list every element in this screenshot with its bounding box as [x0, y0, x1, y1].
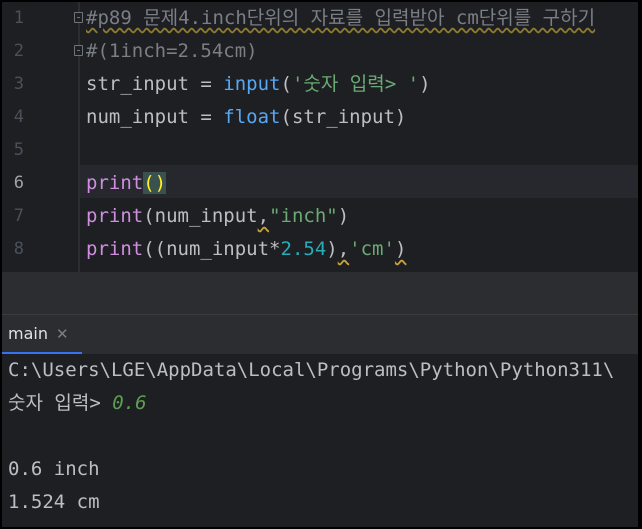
function-token: input — [223, 73, 281, 95]
console-line-prompt: 숫자 입력> 0.6 — [8, 387, 147, 420]
console-line-output: 1.524 cm — [8, 491, 100, 513]
paren-token: ( — [143, 205, 155, 227]
variable-token: num_input — [86, 106, 189, 128]
code-text: str_input = input('숫자 입력> ') — [86, 68, 431, 101]
matched-paren-token: () — [143, 172, 167, 194]
console-line-output: 0.6 inch — [8, 458, 100, 480]
paren-token: ( — [280, 106, 292, 128]
builtin-print-token: print — [86, 238, 144, 260]
code-line-3[interactable]: 3 str_input = input('숫자 입력> ') — [2, 68, 638, 101]
paren-token: (( — [143, 238, 167, 260]
string-token: '숫자 입력> ' — [291, 73, 420, 95]
code-line-2[interactable]: 2 #(1inch=2.54cm) — [2, 35, 638, 68]
code-text: print((num_input*2.54),'cm') — [86, 233, 406, 266]
code-line-5[interactable]: 5 — [2, 134, 638, 167]
argument-token: num_input — [154, 205, 258, 227]
fold-marker-icon[interactable] — [74, 12, 83, 23]
line-number: 6 — [13, 173, 24, 193]
argument-token: num_input — [166, 238, 270, 260]
comma-token: , — [257, 205, 270, 227]
paren-token: ) — [419, 73, 431, 95]
run-console[interactable]: C:\Users\LGE\AppData\Local\Programs\Pyth… — [2, 354, 638, 527]
builtin-print-token: print — [86, 172, 144, 194]
code-line-8[interactable]: 8 print((num_input*2.54),'cm') — [2, 233, 638, 266]
line-number: 4 — [13, 107, 24, 127]
line-number: 7 — [13, 206, 24, 226]
operator-token: = — [188, 106, 224, 128]
prompt-text: 숫자 입력> — [8, 392, 113, 414]
run-tool-window-header: main ✕ — [2, 314, 638, 355]
code-line-7[interactable]: 7 print(num_input,"inch") — [2, 200, 638, 233]
number-token: 2.54 — [280, 238, 327, 260]
fold-marker-icon[interactable] — [74, 45, 83, 56]
code-line-4[interactable]: 4 num_input = float(str_input) — [2, 101, 638, 134]
code-text: print() — [86, 167, 167, 200]
paren-token: ( — [280, 73, 292, 95]
code-line-6[interactable]: 6 print() — [2, 167, 638, 200]
paren-token: ) — [394, 238, 407, 260]
paren-token: ) — [326, 238, 338, 260]
string-token: "inch" — [269, 205, 338, 227]
panel-splitter[interactable] — [2, 272, 638, 314]
paren-token: ) — [394, 106, 407, 128]
comment-text: #(1inch=2.54cm) — [86, 40, 258, 62]
builtin-print-token: print — [86, 205, 144, 227]
run-tab-label: main — [8, 324, 48, 343]
operator-token: = — [188, 73, 224, 95]
variable-token: str_input — [86, 73, 189, 95]
close-icon[interactable]: ✕ — [56, 314, 69, 354]
function-token: float — [223, 106, 281, 128]
string-token: 'cm' — [349, 238, 395, 260]
paren-token: ) — [337, 205, 350, 227]
run-tab-main[interactable]: main ✕ — [2, 315, 75, 353]
user-input-text: 0.6 — [112, 392, 147, 414]
code-editor[interactable]: 1 #p89 문제4.inch단위의 자료를 입력받아 cm단위를 구하기 2 … — [2, 2, 638, 272]
line-number: 3 — [13, 74, 24, 94]
line-number: 5 — [13, 140, 24, 160]
code-text: num_input = float(str_input) — [86, 101, 406, 134]
comment-text: #p89 문제4.inch단위의 자료를 입력받아 cm단위를 구하기 — [86, 7, 596, 29]
argument-token: str_input — [291, 106, 395, 128]
code-text: print(num_input,"inch") — [86, 200, 349, 233]
line-number: 1 — [13, 8, 24, 28]
line-number: 8 — [13, 239, 24, 259]
operator-token: * — [269, 238, 281, 260]
console-line-path: C:\Users\LGE\AppData\Local\Programs\Pyth… — [8, 359, 615, 381]
comma-token: , — [337, 238, 350, 260]
code-line-1[interactable]: 1 #p89 문제4.inch단위의 자료를 입력받아 cm단위를 구하기 — [2, 2, 638, 35]
ide-window: 1 #p89 문제4.inch단위의 자료를 입력받아 cm단위를 구하기 2 … — [2, 2, 638, 527]
line-number: 2 — [13, 41, 24, 61]
